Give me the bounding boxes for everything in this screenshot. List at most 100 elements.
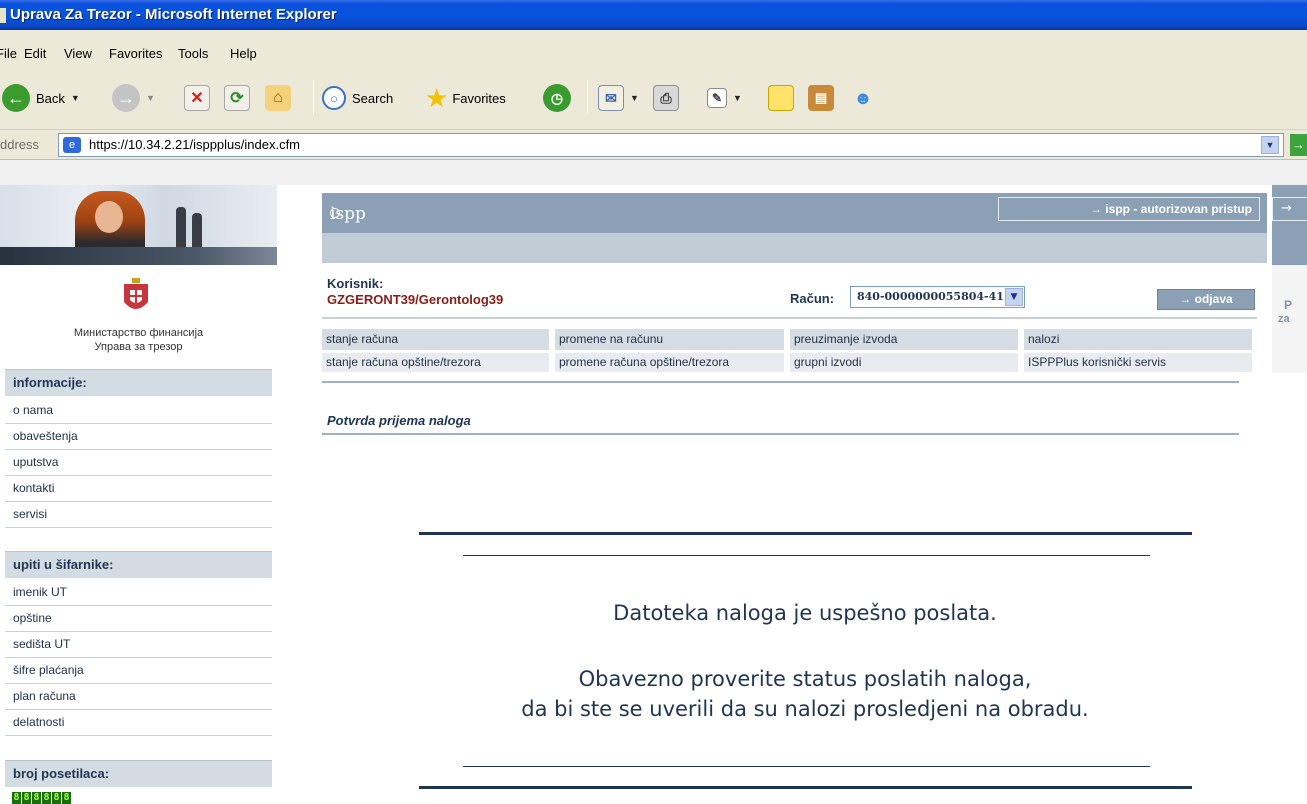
forward-dropdown-icon[interactable]: ▼ bbox=[146, 93, 155, 103]
menu-file[interactable]: File bbox=[0, 46, 17, 61]
nav-nalozi[interactable]: nalozi bbox=[1024, 329, 1252, 350]
search-label: Search bbox=[352, 90, 394, 106]
chevron-down-icon[interactable]: ▼ bbox=[1005, 288, 1023, 306]
sidebar-item-plan-racuna[interactable]: plan računa bbox=[5, 684, 272, 710]
messenger-button[interactable]: ☻ bbox=[850, 76, 876, 120]
edit-dropdown-icon[interactable]: ▼ bbox=[733, 93, 742, 103]
edit-icon: ✎ bbox=[707, 88, 727, 108]
authorized-access-button[interactable]: → ispp - autorizovan pristup bbox=[998, 197, 1260, 221]
ministry-name: Министарство финансија bbox=[73, 327, 204, 339]
menu-edit[interactable]: Edit bbox=[24, 46, 46, 61]
header-photo bbox=[0, 185, 277, 265]
edit-button[interactable]: ✎ ▼ bbox=[707, 76, 742, 120]
photo-face bbox=[95, 201, 123, 233]
user-name: GZGERONT39/Gerontolog39 bbox=[327, 292, 504, 307]
window-icon bbox=[0, 8, 6, 23]
account-select[interactable]: 840-0000000055804-41 ▼ bbox=[850, 286, 1025, 308]
toolbar-separator bbox=[587, 80, 588, 114]
messenger-icon: ☻ bbox=[853, 87, 873, 108]
address-dropdown-icon[interactable]: ▼ bbox=[1261, 136, 1279, 154]
history-button[interactable]: ◷ bbox=[543, 76, 571, 120]
sidebar-item-sifre-placanja[interactable]: šifre plaćanja bbox=[5, 658, 272, 684]
toolbar: ← Back ▼ → ▼ ✕ ⟳ ⌂ ○ Search ★ Favorites … bbox=[0, 68, 1307, 130]
favorites-button[interactable]: ★ Favorites bbox=[425, 76, 506, 120]
sidebar-item-imenik-ut[interactable]: imenik UT bbox=[5, 580, 272, 606]
address-bar: ddress e https://10.34.2.21/isppplus/ind… bbox=[0, 130, 1307, 160]
message-top-rule bbox=[419, 532, 1192, 535]
research-button[interactable]: ▤ bbox=[808, 76, 834, 120]
nav-promene-na-racunu[interactable]: promene na računu bbox=[555, 329, 784, 350]
refresh-icon: ⟳ bbox=[224, 85, 250, 111]
back-button[interactable]: ← Back ▼ bbox=[2, 76, 80, 120]
print-button[interactable]: ⎙ bbox=[653, 76, 679, 120]
sidebar-heading-visitors: broj posetilaca: bbox=[5, 760, 272, 787]
nav-korisnicki-servis[interactable]: ISPPPlus korisnički servis bbox=[1024, 353, 1252, 372]
address-label: ddress bbox=[0, 137, 40, 152]
mail-dropdown-icon[interactable]: ▼ bbox=[630, 93, 639, 103]
sidebar-item-o-nama[interactable]: o nama bbox=[5, 398, 272, 424]
menu-bar: File Edit View Favorites Tools Help bbox=[0, 30, 1307, 68]
menu-favorites[interactable]: Favorites bbox=[109, 46, 162, 61]
stop-button[interactable]: ✕ bbox=[184, 76, 210, 120]
home-button[interactable]: ⌂ bbox=[265, 76, 291, 120]
address-url[interactable]: https://10.34.2.21/isppplus/index.cfm bbox=[89, 137, 300, 152]
note-icon bbox=[768, 85, 794, 111]
menu-tools[interactable]: Tools bbox=[178, 46, 208, 61]
counter-digit: 8 bbox=[32, 792, 41, 804]
counter-digit: 8 bbox=[22, 792, 31, 804]
search-icon: ○ bbox=[322, 86, 346, 110]
nav-promene-racuna-opstine[interactable]: promene računa opštine/trezora bbox=[555, 353, 784, 372]
nav-stanje-racuna-opstine[interactable]: stanje računa opštine/trezora bbox=[322, 353, 549, 372]
mail-icon: ✉ bbox=[598, 85, 624, 111]
visitor-counter: 8 8 8 8 8 8 bbox=[12, 792, 71, 804]
window-title: Uprava Za Trezor - Microsoft Internet Ex… bbox=[10, 6, 337, 23]
counter-digit: 8 bbox=[62, 792, 71, 804]
status-reminder-line1: Obavezno proverite status poslatih nalog… bbox=[578, 667, 1032, 691]
sidebar-item-delatnosti[interactable]: delatnosti bbox=[5, 710, 272, 736]
success-message: Datoteka naloga je uspešno poslata. bbox=[613, 601, 997, 625]
back-dropdown-icon[interactable]: ▼ bbox=[71, 93, 80, 103]
nav-grupni-izvodi[interactable]: grupni izvodi bbox=[790, 353, 1018, 372]
nav-stanje-racuna[interactable]: stanje računa bbox=[322, 329, 549, 350]
refresh-button[interactable]: ⟳ bbox=[224, 76, 250, 120]
back-label: Back bbox=[36, 90, 65, 106]
forward-arrow-icon: → bbox=[112, 84, 140, 112]
menu-help[interactable]: Help bbox=[230, 46, 257, 61]
sidebar-item-obavestenja[interactable]: obaveštenja bbox=[5, 424, 272, 450]
ie-page-icon: e bbox=[63, 137, 81, 153]
logout-button[interactable]: → odjava bbox=[1157, 289, 1255, 310]
user-label: Korisnik: bbox=[327, 276, 384, 291]
message-bottom-rule-thin bbox=[463, 766, 1150, 767]
mail-button[interactable]: ✉ ▼ bbox=[598, 76, 639, 120]
radio-icon bbox=[330, 208, 340, 218]
stop-icon: ✕ bbox=[184, 85, 210, 111]
account-value: 840-0000000055804-41 bbox=[857, 290, 1004, 303]
divider bbox=[322, 317, 1257, 319]
sidebar-item-opstine[interactable]: opštine bbox=[5, 606, 272, 632]
sidebar-item-kontakti[interactable]: kontakti bbox=[5, 476, 272, 502]
go-button[interactable]: → bbox=[1290, 134, 1307, 156]
site-header-lower bbox=[322, 233, 1267, 263]
divider bbox=[322, 433, 1239, 435]
forward-button[interactable]: → ▼ bbox=[112, 76, 155, 120]
status-reminder-line2: da bi ste se uverili da su nalozi prosle… bbox=[521, 697, 1089, 721]
counter-digit: 8 bbox=[12, 792, 21, 804]
right-panel-text-2: za bbox=[1278, 313, 1290, 325]
discuss-button[interactable] bbox=[768, 76, 794, 120]
address-input[interactable]: e https://10.34.2.21/isppplus/index.cfm … bbox=[58, 133, 1284, 157]
window-titlebar[interactable]: Uprava Za Trezor - Microsoft Internet Ex… bbox=[0, 0, 1307, 30]
search-button[interactable]: ○ Search bbox=[322, 76, 393, 120]
nav-preuzimanje-izvoda[interactable]: preuzimanje izvoda bbox=[790, 329, 1018, 350]
history-icon: ◷ bbox=[543, 84, 571, 112]
counter-digit: 8 bbox=[52, 792, 61, 804]
menu-view[interactable]: View bbox=[64, 46, 92, 61]
sidebar-item-servisi[interactable]: servisi bbox=[5, 502, 272, 528]
photo-base bbox=[0, 247, 277, 265]
right-arrow-button[interactable]: → bbox=[1272, 197, 1307, 221]
message-bottom-rule bbox=[419, 786, 1192, 789]
back-arrow-icon: ← bbox=[2, 84, 30, 112]
divider bbox=[322, 381, 1239, 383]
sidebar-item-uputstva[interactable]: uputstva bbox=[5, 450, 272, 476]
page-title: Potvrda prijema naloga bbox=[327, 413, 471, 428]
sidebar-item-sedista-ut[interactable]: sedišta UT bbox=[5, 632, 272, 658]
